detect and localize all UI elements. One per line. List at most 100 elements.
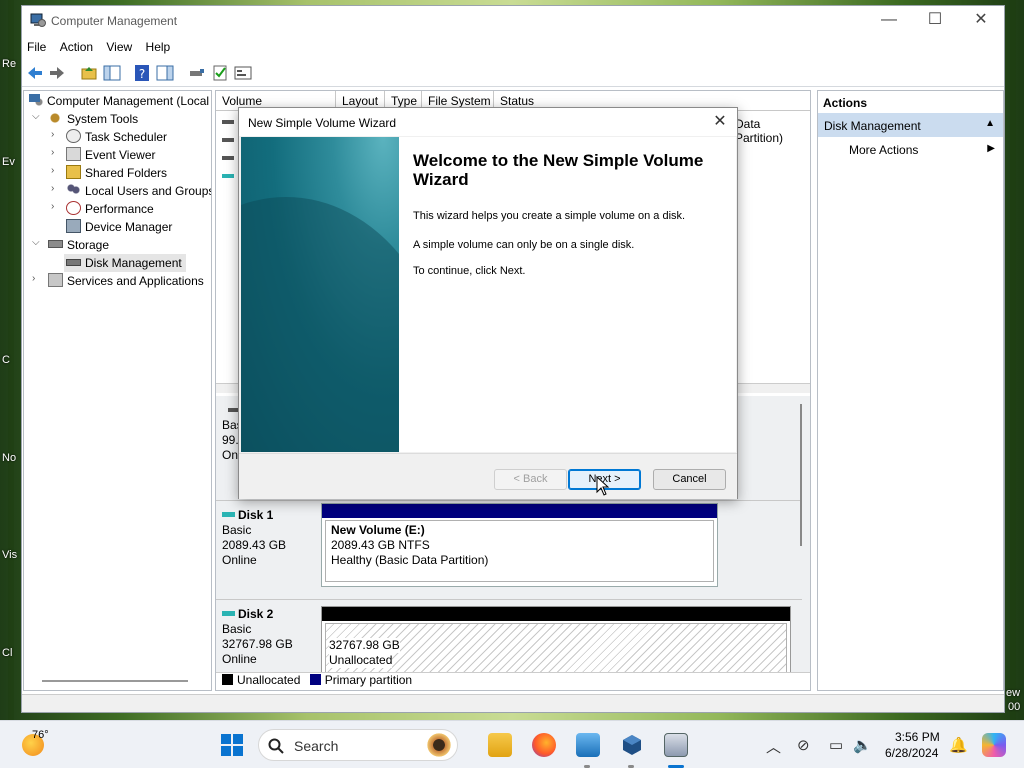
wizard-banner-image — [241, 137, 399, 452]
show-hide-tree-icon[interactable] — [103, 64, 121, 82]
chevron-right-icon[interactable]: › — [51, 201, 54, 212]
wizard-description: This wizard helps you create a simple vo… — [413, 210, 686, 222]
divider — [216, 500, 802, 501]
chevron-right-icon[interactable]: › — [32, 273, 35, 284]
status-bar — [22, 694, 1004, 712]
up-folder-icon[interactable] — [80, 64, 98, 82]
legend-label-primary: Primary partition — [324, 673, 413, 687]
volume-muted-icon[interactable]: 🔈 — [853, 736, 872, 754]
properties-icon[interactable] — [234, 64, 252, 82]
disk-icon — [66, 259, 81, 266]
tree-item-event-viewer[interactable]: Event Viewer — [66, 146, 155, 164]
desktop-icon-label[interactable]: C — [2, 354, 10, 366]
volume-e[interactable]: New Volume (E:) 2089.43 GB NTFS Healthy … — [321, 503, 718, 587]
desktop-icon-label[interactable]: 00 — [1008, 701, 1020, 713]
chevron-right-icon[interactable]: › — [51, 129, 54, 140]
menu-file[interactable]: File — [22, 37, 51, 54]
actions-header: Actions — [823, 96, 868, 110]
help-icon[interactable]: ? — [133, 64, 151, 82]
desktop-icon-label[interactable]: Re — [2, 58, 16, 70]
tree-item-shared-folders[interactable]: Shared Folders — [66, 164, 167, 182]
checklist-icon[interactable] — [211, 64, 229, 82]
back-arrow-icon[interactable] — [26, 64, 44, 82]
minimize-button[interactable]: — — [866, 6, 912, 36]
menu-action[interactable]: Action — [55, 37, 98, 54]
computer-management-taskbar-icon[interactable] — [664, 733, 688, 757]
tree-label: Device Manager — [85, 220, 173, 234]
desktop-icon-label[interactable]: Cl — [2, 647, 12, 659]
actions-section-disk-management[interactable]: Disk Management ▲ — [818, 113, 1003, 137]
disk-1-label[interactable]: Disk 1 Basic 2089.43 GB Online — [222, 508, 317, 568]
virtualbox-icon[interactable] — [620, 733, 644, 757]
tree-item-performance[interactable]: Performance — [66, 200, 154, 218]
tree-item-storage[interactable]: Storage — [48, 236, 109, 254]
tree-item-disk-management[interactable]: Disk Management — [64, 254, 186, 272]
notifications-bell-icon[interactable]: 🔔 — [949, 736, 968, 754]
monitor-app-icon[interactable] — [576, 733, 600, 757]
unallocated-status: Unallocated — [329, 653, 393, 668]
banner-decoration — [241, 197, 399, 452]
windows-start-icon[interactable] — [221, 734, 243, 756]
wizard-note: A simple volume can only be on a single … — [413, 239, 635, 251]
volume-row-icon — [222, 138, 234, 142]
dialog-title-bar[interactable]: New Simple Volume Wizard ✕ — [239, 108, 737, 136]
window-title: Computer Management — [51, 14, 178, 28]
toolbar: ? — [22, 59, 1004, 87]
tree-item-system-tools[interactable]: System Tools — [48, 110, 138, 128]
maximize-button[interactable]: ☐ — [912, 6, 958, 36]
chevron-down-icon[interactable]: ⌵ — [32, 111, 40, 122]
horizontal-scrollbar[interactable] — [42, 680, 188, 682]
display-icon[interactable]: ▭ — [829, 736, 843, 754]
actions-pane: Actions Disk Management ▲ More Actions ▶ — [817, 90, 1004, 691]
network-offline-icon[interactable]: ⊘ — [797, 736, 810, 754]
performance-icon — [66, 201, 81, 215]
tree-item-computer-management[interactable]: Computer Management (Local — [28, 92, 209, 110]
close-button[interactable]: ✕ — [958, 6, 1004, 36]
volume-row-icon — [222, 120, 234, 124]
forward-arrow-icon[interactable] — [48, 64, 66, 82]
tree-item-device-manager[interactable]: Device Manager — [66, 218, 172, 236]
clock-time[interactable]: 3:56 PM — [895, 730, 940, 744]
more-actions-item[interactable]: More Actions ▶ — [818, 137, 1003, 161]
firefox-icon[interactable] — [532, 733, 556, 757]
tree-item-local-users-groups[interactable]: Local Users and Groups — [66, 182, 212, 200]
system-tools-icon — [48, 111, 63, 125]
connect-icon[interactable] — [188, 64, 206, 82]
copilot-icon[interactable] — [982, 733, 1006, 757]
desktop-icon-label[interactable]: No — [2, 452, 16, 464]
mouse-cursor-icon — [596, 476, 610, 496]
tree-label: Computer Management (Local — [47, 94, 210, 108]
tree-label: Local Users and Groups — [85, 184, 212, 198]
unallocated-space[interactable]: 32767.98 GB Unallocated — [321, 606, 791, 676]
menu-view[interactable]: View — [101, 37, 137, 54]
show-hide-action-pane-icon[interactable] — [156, 64, 174, 82]
disk-icon — [222, 512, 235, 517]
vertical-scrollbar[interactable] — [800, 404, 802, 546]
menu-help[interactable]: Help — [141, 37, 176, 54]
file-explorer-icon[interactable] — [488, 733, 512, 757]
chevron-right-icon[interactable]: › — [51, 183, 54, 194]
tree-label: Shared Folders — [85, 166, 168, 180]
tree-label: Disk Management — [85, 256, 182, 270]
tree-item-services-applications[interactable]: Services and Applications — [48, 272, 204, 290]
desktop-icon-label[interactable]: Vis — [2, 549, 17, 561]
tree-item-task-scheduler[interactable]: Task Scheduler — [66, 128, 167, 146]
desktop-icon-label[interactable]: ew — [1006, 687, 1020, 699]
chevron-right-icon[interactable]: › — [51, 165, 54, 176]
show-hidden-icons-chevron-icon[interactable]: ︿ — [766, 736, 781, 757]
chevron-right-icon[interactable]: › — [51, 147, 54, 158]
weather-temperature[interactable]: 76° — [32, 729, 49, 741]
disk-2-label[interactable]: Disk 2 Basic 32767.98 GB Online — [222, 607, 317, 667]
chevron-down-icon[interactable]: ⌵ — [32, 237, 40, 248]
desktop-icon-label[interactable]: Ev — [2, 156, 15, 168]
storage-icon — [48, 240, 63, 248]
collapse-arrow-icon[interactable]: ▲ — [985, 118, 995, 129]
volume-row-icon — [222, 156, 234, 160]
dialog-close-button[interactable]: ✕ — [709, 111, 731, 133]
menu-bar: File Action View Help — [22, 37, 1004, 57]
taskbar-search-box[interactable]: Search — [258, 729, 458, 761]
clock-date[interactable]: 6/28/2024 — [885, 746, 938, 760]
title-bar[interactable]: Computer Management — ☐ ✕ — [22, 6, 1004, 36]
back-button[interactable]: < Back — [494, 469, 567, 490]
cancel-button[interactable]: Cancel — [653, 469, 726, 490]
